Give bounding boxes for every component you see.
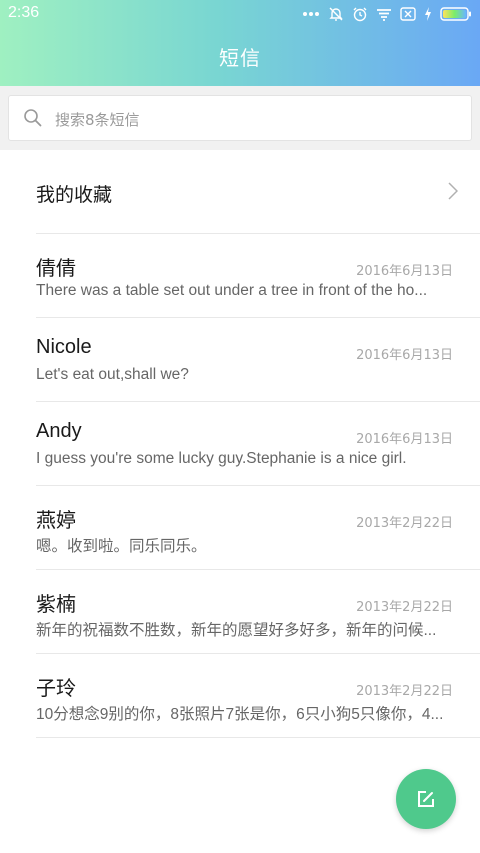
conversation-item[interactable]: Nicole 2016年6月13日 Let's eat out,shall we…: [36, 318, 480, 402]
charging-icon: [425, 7, 431, 21]
message-preview: 嗯。收到啦。同乐同乐。: [36, 538, 207, 555]
message-date: 2016年6月13日: [356, 348, 453, 363]
search-area: 搜索8条短信: [0, 86, 480, 150]
search-placeholder: 搜索8条短信: [55, 111, 140, 129]
contact-name: Andy: [36, 420, 82, 442]
status-bar: 2:36: [0, 0, 480, 28]
sim-icon: [400, 7, 416, 21]
message-date: 2013年2月22日: [356, 600, 453, 615]
contact-name: 燕婷: [36, 510, 76, 532]
chevron-right-icon: [448, 182, 458, 200]
message-date: 2013年2月22日: [356, 684, 453, 699]
more-dots-icon: [303, 12, 319, 16]
status-icons: [302, 5, 472, 23]
wifi-icon: [377, 9, 391, 21]
contact-name: Nicole: [36, 336, 92, 358]
mute-icon: [329, 7, 343, 21]
favorites-label: 我的收藏: [36, 184, 113, 206]
conversation-item[interactable]: 子玲 2013年2月22日 10分想念9别的你，8张照片7张是你，6只小狗5只像…: [36, 654, 480, 738]
conversation-list: 我的收藏 倩倩 2016年6月13日 There was a table set…: [0, 150, 480, 738]
message-date: 2013年2月22日: [356, 516, 453, 531]
search-input[interactable]: 搜索8条短信: [8, 95, 472, 141]
conversation-item[interactable]: 倩倩 2016年6月13日 There was a table set out …: [36, 234, 480, 318]
battery-icon: [440, 7, 471, 21]
message-preview: 新年的祝福数不胜数，新年的愿望好多好多，新年的问候...: [36, 622, 437, 639]
app-header: 2:36 短信: [0, 0, 480, 86]
contact-name: 紫楠: [36, 594, 76, 616]
message-preview: There was a table set out under a tree i…: [36, 282, 428, 299]
contact-name: 子玲: [36, 678, 76, 700]
search-icon: [24, 109, 42, 127]
page-title: 短信: [219, 46, 261, 70]
alarm-icon: [353, 7, 367, 22]
message-preview: 10分想念9别的你，8张照片7张是你，6只小狗5只像你，4...: [36, 706, 444, 723]
conversation-item[interactable]: Andy 2016年6月13日 I guess you're some luck…: [36, 402, 480, 486]
message-date: 2016年6月13日: [356, 432, 453, 447]
conversation-item[interactable]: 燕婷 2013年2月22日 嗯。收到啦。同乐同乐。: [36, 486, 480, 570]
favorites-row[interactable]: 我的收藏: [36, 150, 480, 234]
message-date: 2016年6月13日: [356, 264, 453, 279]
status-time: 2:36: [8, 4, 40, 21]
message-preview: Let's eat out,shall we?: [36, 366, 189, 383]
message-preview: I guess you're some lucky guy.Stephanie …: [36, 450, 407, 467]
contact-name: 倩倩: [36, 258, 76, 280]
compose-icon: [418, 791, 434, 807]
conversation-item[interactable]: 紫楠 2013年2月22日 新年的祝福数不胜数，新年的愿望好多好多，新年的问候.…: [36, 570, 480, 654]
compose-button[interactable]: [396, 769, 456, 829]
